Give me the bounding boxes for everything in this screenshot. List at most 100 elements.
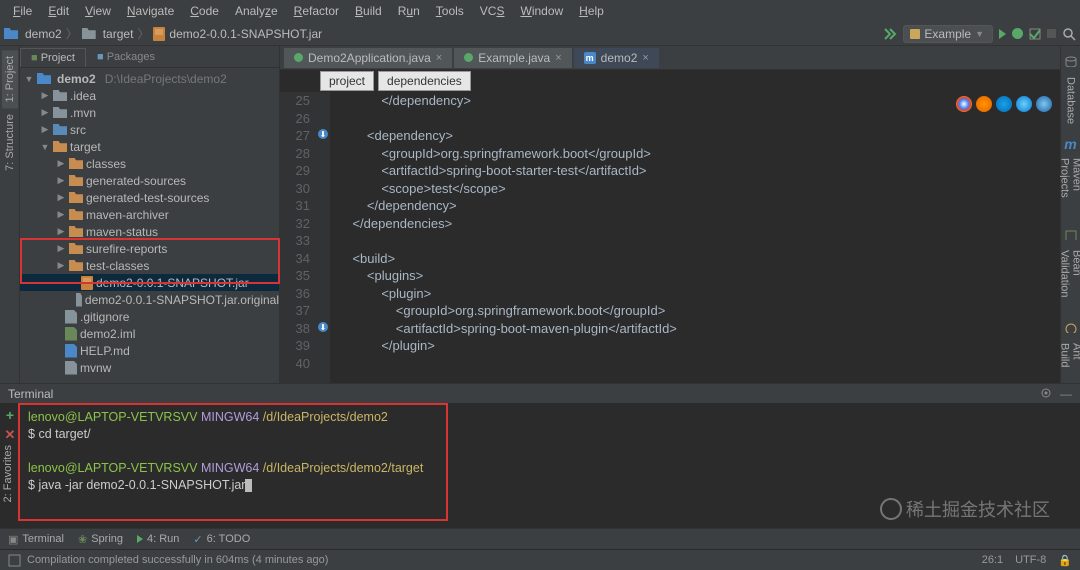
chrome-icon[interactable] [956, 96, 972, 112]
new-session-icon[interactable]: + [6, 407, 14, 423]
tree-archiver[interactable]: maven-archiver [20, 206, 279, 223]
edge-icon[interactable] [1016, 96, 1032, 112]
crumb-module[interactable]: demo2 [25, 27, 62, 41]
editor-breadcrumb: project dependencies [280, 70, 1060, 92]
tree-gensrc[interactable]: generated-sources [20, 172, 279, 189]
tab-bean[interactable]: Bean Validation [1057, 244, 1080, 316]
menu-run[interactable]: Run [391, 2, 427, 20]
settings-icon[interactable] [1040, 387, 1052, 399]
tree-jarorig[interactable]: demo2-0.0.1-SNAPSHOT.jar.original [20, 291, 279, 308]
run-icon[interactable] [999, 29, 1006, 39]
tree-root[interactable]: demo2D:\IdeaProjects\demo2 [20, 70, 279, 87]
terminal-title: Terminal [8, 387, 53, 401]
tab-structure[interactable]: 7: Structure [2, 108, 18, 177]
tab-maven[interactable]: Maven Projects [1057, 152, 1080, 223]
tree-src[interactable]: src [20, 121, 279, 138]
tree-classes[interactable]: classes [20, 155, 279, 172]
sidetab-project-label: Project [41, 52, 75, 64]
tab-favorites[interactable]: 2: Favorites [0, 439, 16, 508]
close-icon[interactable]: × [436, 52, 442, 64]
minimize-icon[interactable]: — [1060, 387, 1072, 401]
gutter-mark-icon[interactable]: ⬇ [318, 129, 328, 139]
status-message: Compilation completed successfully in 60… [27, 554, 328, 566]
menu-navigate[interactable]: Navigate [120, 2, 181, 20]
tree-idea[interactable]: .idea [20, 87, 279, 104]
menu-refactor[interactable]: Refactor [287, 2, 346, 20]
tool-terminal[interactable]: ▣Terminal [8, 533, 64, 546]
ant-icon[interactable] [1064, 322, 1078, 333]
editor-tab-1[interactable]: Demo2Application.java × [284, 48, 452, 68]
folder-icon [82, 28, 96, 39]
folder-icon [53, 141, 67, 152]
folder-icon [53, 124, 67, 135]
project-tree[interactable]: demo2D:\IdeaProjects\demo2 .idea .mvn sr… [20, 68, 279, 383]
menu-edit[interactable]: Edit [41, 2, 76, 20]
tree-mvnw[interactable]: mvnw [20, 359, 279, 376]
status-encoding[interactable]: UTF-8 [1015, 554, 1046, 567]
maven-icon[interactable]: m [1064, 136, 1076, 152]
editor-crumb-a[interactable]: project [320, 71, 374, 91]
tool-todo[interactable]: ✓6: TODO [193, 533, 250, 546]
folder-icon [69, 158, 83, 169]
tool-run[interactable]: 4: Run [137, 533, 179, 545]
tree-target[interactable]: target [20, 138, 279, 155]
terminal-header: Terminal — [0, 383, 1080, 403]
sidetab-packages[interactable]: ■ Packages [86, 47, 166, 67]
close-icon[interactable]: × [642, 52, 648, 64]
status-position[interactable]: 26:1 [982, 554, 1003, 567]
code-editor[interactable]: 25262728293031323334353637383940 ⬇ ⬇ </d… [280, 92, 1060, 383]
code-lines[interactable]: </dependency> <dependency> <groupId>org.… [330, 92, 1060, 383]
menu-file[interactable]: File [6, 2, 39, 20]
nav-bar: demo2 〉 target 〉 demo2-0.0.1-SNAPSHOT.ja… [0, 22, 1080, 46]
tree-gentest[interactable]: generated-test-sources [20, 189, 279, 206]
editor-tab-label: Demo2Application.java [308, 51, 431, 65]
stop-icon[interactable] [1047, 29, 1056, 38]
debug-icon[interactable] [1012, 28, 1023, 39]
folder-icon [69, 175, 83, 186]
status-bar: Compilation completed successfully in 60… [0, 549, 1080, 570]
tree-jar[interactable]: demo2-0.0.1-SNAPSHOT.jar [20, 274, 279, 291]
module-icon [37, 73, 51, 84]
status-lock-icon[interactable]: 🔒 [1058, 554, 1072, 567]
menu-window[interactable]: Window [513, 2, 570, 20]
menu-code[interactable]: Code [183, 2, 226, 20]
menu-build[interactable]: Build [348, 2, 389, 20]
menu-tools[interactable]: Tools [429, 2, 471, 20]
menu-analyze[interactable]: Analyze [228, 2, 285, 20]
tab-database[interactable]: Database [1063, 71, 1079, 130]
run-config-selector[interactable]: Example ▼ [903, 25, 993, 43]
close-icon[interactable]: × [555, 52, 561, 64]
crumb-file[interactable]: demo2-0.0.1-SNAPSHOT.jar [169, 27, 322, 41]
tool-spring[interactable]: ❀Spring [78, 533, 123, 546]
editor-area: Demo2Application.java × Example.java× mde… [280, 46, 1060, 383]
tab-project[interactable]: 1: Project [2, 50, 18, 108]
crumb-folder[interactable]: target [103, 27, 134, 41]
tree-mvn[interactable]: .mvn [20, 104, 279, 121]
folder-icon [69, 209, 83, 220]
safari-icon[interactable] [996, 96, 1012, 112]
search-icon[interactable] [1062, 27, 1076, 41]
tree-iml[interactable]: demo2.iml [20, 325, 279, 342]
coverage-icon[interactable] [1029, 28, 1041, 40]
database-icon[interactable] [1064, 56, 1078, 67]
gutter-mark-icon[interactable]: ⬇ [318, 322, 328, 332]
tree-testcls[interactable]: test-classes [20, 257, 279, 274]
tree-surefire[interactable]: surefire-reports [20, 240, 279, 257]
tab-ant[interactable]: Ant Build [1057, 337, 1080, 383]
bean-icon[interactable] [1064, 229, 1078, 240]
ie-icon[interactable] [1036, 96, 1052, 112]
menu-help[interactable]: Help [572, 2, 611, 20]
editor-tab-3[interactable]: mdemo2× [574, 48, 659, 68]
file-icon [65, 361, 77, 375]
menu-vcs[interactable]: VCS [473, 2, 512, 20]
tree-help[interactable]: HELP.md [20, 342, 279, 359]
tree-mstatus[interactable]: maven-status [20, 223, 279, 240]
editor-tab-2[interactable]: Example.java× [454, 48, 571, 68]
editor-crumb-b[interactable]: dependencies [378, 71, 471, 91]
firefox-icon[interactable] [976, 96, 992, 112]
sidetab-project[interactable]: ■ Project [20, 48, 86, 67]
build-icon[interactable] [883, 27, 897, 41]
menu-view[interactable]: View [78, 2, 118, 20]
tree-gitignore[interactable]: .gitignore [20, 308, 279, 325]
terminal-cursor [245, 479, 252, 492]
